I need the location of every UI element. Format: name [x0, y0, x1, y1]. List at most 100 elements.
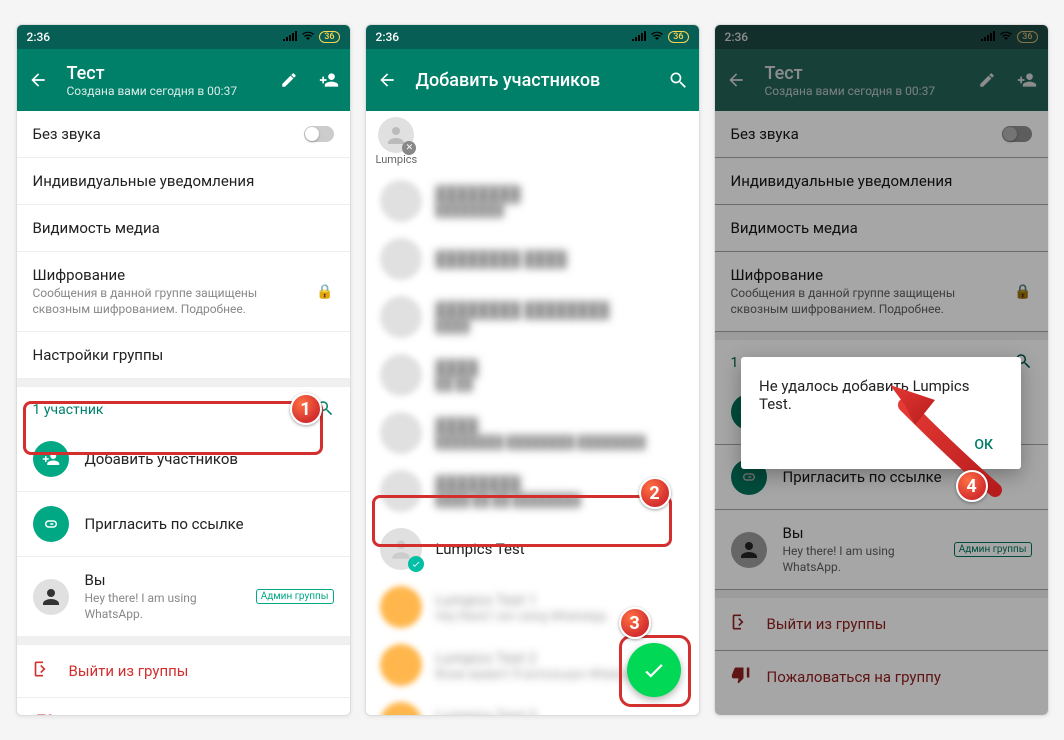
add-participants-header: Добавить участников — [366, 49, 699, 111]
wifi-icon-3 — [999, 30, 1013, 44]
back-icon[interactable] — [27, 69, 49, 91]
spacer — [17, 379, 350, 387]
contact-name: ████████ ████████ — [436, 301, 685, 319]
encryption-row[interactable]: Шифрование Сообщения в данной группе защ… — [17, 252, 350, 332]
link-icon — [33, 506, 69, 542]
group-subtitle: Создана вами сегодня в 00:37 — [67, 84, 260, 98]
you-name: Вы — [85, 571, 240, 589]
back-icon-2[interactable] — [376, 69, 398, 91]
contact-status: ████████ ████████ ████████ — [436, 435, 685, 449]
report-group-row[interactable]: Пожаловаться на группу — [17, 698, 350, 715]
group-info-content: Без звука Индивидуальные уведомления Вид… — [17, 111, 350, 715]
contact-name: Lumpics Test 3 — [436, 707, 685, 715]
status-bar: 2:36 36 — [17, 25, 350, 49]
dialog-message: Не удалось добавить Lumpics Test. — [759, 377, 1003, 413]
group-header: Тест Создана вами сегодня в 00:37 — [17, 49, 350, 111]
contact-status: ████ — [436, 319, 685, 333]
contact-row-blurred[interactable]: Lumpics Test 3Hey there! I am using What… — [366, 694, 699, 715]
chip-label: Lumpics — [376, 153, 418, 166]
contact-row-blurred[interactable]: ████████████ ████████ ████████ — [366, 404, 699, 462]
search-icon[interactable] — [667, 69, 689, 91]
group-header-3: Тест Создана вами сегодня в 00:37 — [715, 49, 1048, 111]
screen-3-error-dialog: 2:36 36 Тест Создана вами сегодня в 00:3… — [714, 24, 1049, 716]
contact-row-blurred[interactable]: ██████ ██ — [366, 346, 699, 404]
contact-lumpics-test[interactable]: Lumpics Test — [366, 520, 699, 578]
contact-row-blurred[interactable]: Lumpics Test 1Hey there! I am using What… — [366, 578, 699, 636]
mute-row[interactable]: Без звука — [17, 111, 350, 158]
exit-group-label: Выйти из группы — [69, 662, 334, 680]
media-visibility-row[interactable]: Видимость медиа — [17, 205, 350, 252]
chip-avatar: ✕ — [378, 117, 414, 153]
group-settings-row[interactable]: Настройки группы — [17, 332, 350, 379]
battery-icon-3: 36 — [1017, 31, 1037, 43]
battery-icon-2: 36 — [668, 31, 688, 43]
add-participants-label: Добавить участников — [85, 450, 334, 468]
group-title: Тест — [67, 63, 260, 84]
contact-avatar — [380, 180, 422, 222]
group-settings-label: Настройки группы — [33, 346, 334, 364]
back-icon-3 — [725, 69, 747, 91]
screen-2-add-participants: 2:36 36 Добавить участников ✕ Lumpics — [365, 24, 700, 716]
edit-icon[interactable] — [278, 69, 300, 91]
clock-2: 2:36 — [376, 30, 400, 44]
search-participants-icon[interactable] — [316, 399, 334, 421]
contact-name: Lumpics Test 1 — [436, 591, 685, 609]
encryption-label: Шифрование — [33, 266, 301, 284]
contact-row-blurred[interactable]: ████████████████ — [366, 172, 699, 230]
participants-section: 1 участник — [17, 387, 350, 427]
group-subtitle-3: Создана вами сегодня в 00:37 — [765, 84, 958, 98]
ok-button[interactable]: ОК — [964, 431, 1003, 459]
thumb-down-icon — [33, 712, 53, 715]
selected-chips: ✕ Lumpics — [366, 111, 699, 172]
admin-badge: Админ группы — [256, 589, 334, 604]
group-title-3: Тест — [765, 63, 958, 84]
contact-avatar — [380, 412, 422, 454]
screen-1-group-info: 2:36 36 Тест Создана вами сегодня в 00:3… — [16, 24, 351, 716]
contact-status: ██ ██ — [436, 377, 685, 391]
wifi-icon-2 — [650, 30, 664, 44]
encryption-sub: Сообщения в данной группе защищены сквоз… — [33, 286, 301, 317]
invite-link-label: Пригласить по ссылке — [85, 515, 334, 533]
invite-link-row[interactable]: Пригласить по ссылке — [17, 492, 350, 557]
contact-status: ████ ██ ██ ████████ — [436, 493, 685, 507]
contact-name: ████ — [436, 359, 685, 377]
chip-lumpics[interactable]: ✕ Lumpics — [376, 117, 418, 166]
add-title: Добавить участников — [416, 70, 649, 91]
edit-icon-3 — [976, 69, 998, 91]
you-status: Hey there! I am using WhatsApp. — [85, 591, 240, 622]
contact-row-blurred[interactable]: ████████ ████████████ — [366, 288, 699, 346]
signal-icon-3 — [981, 30, 995, 44]
mute-toggle[interactable] — [304, 126, 334, 142]
you-row[interactable]: Вы Hey there! I am using WhatsApp. Админ… — [17, 557, 350, 637]
check-icon — [408, 556, 424, 572]
contacts-content: ✕ Lumpics ████████████████████████ █████… — [366, 111, 699, 715]
contact-selected-name: Lumpics Test — [436, 540, 685, 558]
exit-icon — [33, 659, 53, 683]
signal-icon-2 — [632, 30, 646, 44]
status-bar-2: 2:36 36 — [366, 25, 699, 49]
wifi-icon — [301, 30, 315, 44]
avatar-you — [33, 579, 69, 615]
contact-avatar — [380, 644, 422, 686]
contact-row-blurred[interactable]: ████████████ ██ ██ ████████ — [366, 462, 699, 520]
contact-name: ████ — [436, 417, 685, 435]
lock-icon: 🔒 — [316, 284, 333, 300]
contact-avatar — [380, 238, 422, 280]
contact-avatar — [380, 586, 422, 628]
exit-group-row[interactable]: Выйти из группы — [17, 645, 350, 698]
contact-avatar — [380, 354, 422, 396]
add-participants-row[interactable]: Добавить участников — [17, 427, 350, 492]
custom-notifications-row[interactable]: Индивидуальные уведомления — [17, 158, 350, 205]
clock-3: 2:36 — [725, 30, 749, 44]
add-person-header-icon[interactable] — [318, 69, 340, 91]
contact-status: ████████ — [436, 203, 685, 217]
error-dialog: Не удалось добавить Lumpics Test. ОК — [741, 357, 1021, 469]
media-visibility-label: Видимость медиа — [33, 219, 334, 237]
add-person-icon — [33, 441, 69, 477]
contact-row-blurred[interactable]: ████████ ████ — [366, 230, 699, 288]
contact-avatar — [380, 702, 422, 715]
participants-count: 1 участник — [33, 402, 104, 418]
custom-notifications-label: Индивидуальные уведомления — [33, 172, 334, 190]
confirm-fab[interactable] — [627, 643, 681, 697]
contact-status: Hey there! I am using WhatsApp. — [436, 609, 685, 623]
